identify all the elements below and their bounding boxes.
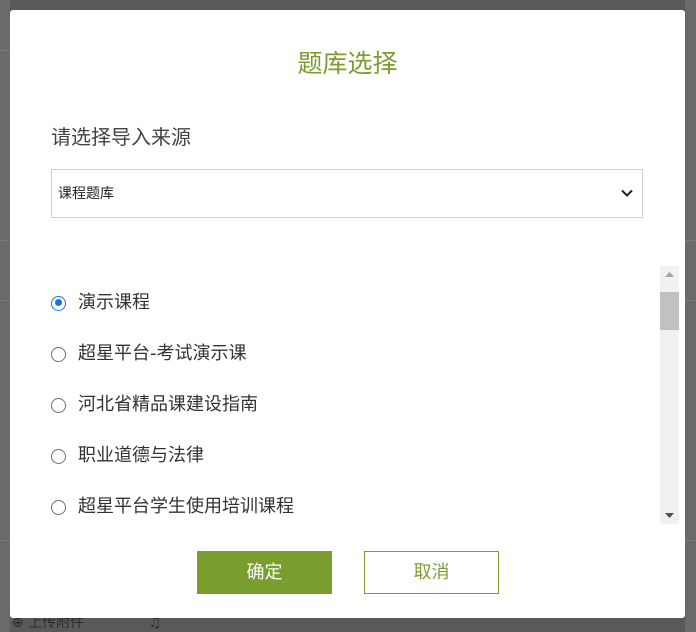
list-item-label: 职业道德与法律	[78, 445, 204, 466]
list-item[interactable]: 职业道德与法律	[51, 443, 204, 469]
list-item[interactable]: 演示课程	[51, 290, 150, 316]
list-item-label: 超星平台-考试演示课	[78, 343, 247, 364]
list-scrollbar[interactable]	[660, 266, 679, 524]
background-divider	[685, 300, 696, 301]
background-divider	[685, 540, 696, 541]
list-item-label: 河北省精品课建设指南	[78, 394, 258, 415]
list-item-label: 超星平台学生使用培训课程	[78, 496, 294, 517]
source-select-value: 课程题库	[58, 186, 114, 202]
scrollbar-thumb[interactable]	[660, 292, 679, 330]
radio-button[interactable]	[51, 448, 66, 464]
question-bank-dialog: 题库选择 请选择导入来源 课程题库 演示课程 超星平台-考试演示课 河北省精品课…	[10, 10, 685, 618]
background-page-left	[0, 0, 10, 632]
list-item[interactable]: 超星平台学生使用培训课程	[51, 494, 294, 520]
chevron-down-icon	[621, 189, 633, 197]
background-divider	[0, 540, 10, 541]
confirm-button[interactable]: 确定	[197, 551, 332, 594]
source-select[interactable]: 课程题库	[51, 169, 643, 218]
list-item[interactable]: 河北省精品课建设指南	[51, 392, 258, 418]
radio-button[interactable]	[51, 346, 66, 362]
dialog-title: 题库选择	[297, 49, 398, 78]
cancel-button[interactable]: 取消	[364, 551, 499, 594]
background-divider	[0, 50, 10, 51]
background-divider	[685, 240, 696, 241]
radio-button[interactable]	[51, 397, 66, 413]
scroll-down-arrow-icon[interactable]	[660, 507, 679, 524]
list-item-label: 演示课程	[78, 292, 150, 313]
radio-button[interactable]	[51, 295, 66, 311]
course-list: 演示课程 超星平台-考试演示课 河北省精品课建设指南 职业道德与法律 超星平台学…	[51, 266, 659, 524]
background-page-right	[685, 0, 696, 632]
list-item[interactable]: 超星平台-考试演示课	[51, 341, 247, 367]
source-label: 请选择导入来源	[51, 125, 191, 149]
scroll-up-arrow-icon[interactable]	[660, 266, 679, 283]
radio-button[interactable]	[51, 499, 66, 515]
background-divider	[0, 240, 10, 241]
background-divider	[0, 300, 10, 301]
